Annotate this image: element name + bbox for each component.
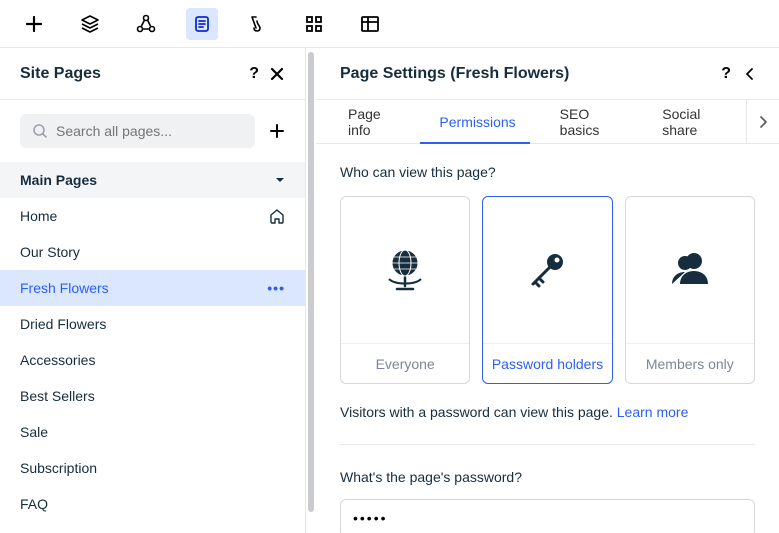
page-item-accessories[interactable]: Accessories [0, 342, 305, 378]
share-tool-icon[interactable] [130, 8, 162, 40]
chevron-down-icon [275, 176, 285, 184]
scrollbar[interactable] [306, 48, 316, 533]
permission-options: Everyone Password holders Members only [340, 196, 755, 384]
collapse-icon[interactable] [745, 67, 755, 81]
page-item-faq[interactable]: FAQ [0, 486, 305, 522]
search-icon [32, 123, 48, 139]
pages-tool-icon[interactable] [186, 8, 218, 40]
permission-option-everyone[interactable]: Everyone [340, 196, 470, 384]
page-item-label: Sale [20, 424, 48, 440]
layers-tool-icon[interactable] [74, 8, 106, 40]
page-item-our-story[interactable]: Our Story [0, 234, 305, 270]
page-item-label: FAQ [20, 496, 48, 512]
tab-seo-basics[interactable]: SEO basics [538, 100, 641, 143]
tab-page-info[interactable]: Page info [326, 100, 417, 143]
home-icon [269, 208, 285, 224]
scrollbar-thumb[interactable] [308, 52, 314, 512]
help-icon[interactable]: ? [721, 65, 731, 83]
page-item-label: Fresh Flowers [20, 280, 109, 296]
settings-header: Page Settings (Fresh Flowers) ? [316, 48, 779, 100]
add-tool-icon[interactable] [18, 8, 50, 40]
apps-tool-icon[interactable] [298, 8, 330, 40]
panel-title: Site Pages [20, 65, 249, 83]
tab-social-share[interactable]: Social share [640, 100, 746, 143]
main-pages-section-header[interactable]: Main Pages [0, 162, 305, 198]
tab-permissions[interactable]: Permissions [417, 100, 537, 143]
tabs-scroll-right-icon[interactable] [746, 100, 779, 143]
permission-label: Everyone [376, 356, 435, 372]
permissions-content: Who can view this page? Everyone Passwor… [316, 144, 779, 533]
table-tool-icon[interactable] [354, 8, 386, 40]
permission-option-password[interactable]: Password holders [482, 196, 612, 384]
settings-title: Page Settings (Fresh Flowers) [340, 65, 721, 83]
permission-label: Password holders [492, 356, 603, 372]
page-list: Home Our Story Fresh Flowers ••• Dried F… [0, 198, 305, 533]
search-input[interactable] [56, 123, 243, 139]
main-area: Site Pages ? Main Pages [0, 48, 779, 533]
add-page-icon[interactable] [269, 123, 285, 139]
permission-option-members[interactable]: Members only [625, 196, 755, 384]
page-item-home[interactable]: Home [0, 198, 305, 234]
more-dots-icon[interactable]: ••• [267, 280, 285, 296]
permission-description: Visitors with a password can view this p… [340, 404, 755, 445]
members-icon [626, 197, 754, 343]
panel-header: Site Pages ? [0, 48, 305, 100]
section-title: Main Pages [20, 172, 97, 188]
page-item-label: Our Story [20, 244, 80, 260]
key-icon [483, 197, 611, 343]
top-toolbar [0, 0, 779, 48]
tabs: Page info Permissions SEO basics Social … [316, 100, 779, 144]
page-item-best-sellers[interactable]: Best Sellers [0, 378, 305, 414]
tab-underline [420, 142, 530, 144]
page-item-label: Subscription [20, 460, 97, 476]
page-item-label: Accessories [20, 352, 95, 368]
view-question: Who can view this page? [340, 164, 755, 180]
close-icon[interactable] [269, 66, 285, 82]
page-item-label: Dried Flowers [20, 316, 106, 332]
learn-more-link[interactable]: Learn more [617, 404, 689, 420]
page-settings-panel: Page Settings (Fresh Flowers) ? Page inf… [316, 48, 779, 533]
page-item-subscription[interactable]: Subscription [0, 450, 305, 486]
page-item-fresh-flowers[interactable]: Fresh Flowers ••• [0, 270, 305, 306]
search-row [0, 100, 305, 162]
design-tool-icon[interactable] [242, 8, 274, 40]
globe-icon [341, 197, 469, 343]
permission-label: Members only [646, 356, 734, 372]
site-pages-panel: Site Pages ? Main Pages [0, 48, 306, 533]
page-item-label: Best Sellers [20, 388, 95, 404]
password-input[interactable] [340, 499, 755, 533]
search-box[interactable] [20, 114, 255, 148]
password-question: What's the page's password? [340, 469, 755, 485]
page-item-sale[interactable]: Sale [0, 414, 305, 450]
page-item-label: Home [20, 208, 57, 224]
page-item-dried-flowers[interactable]: Dried Flowers [0, 306, 305, 342]
help-icon[interactable]: ? [249, 65, 259, 83]
